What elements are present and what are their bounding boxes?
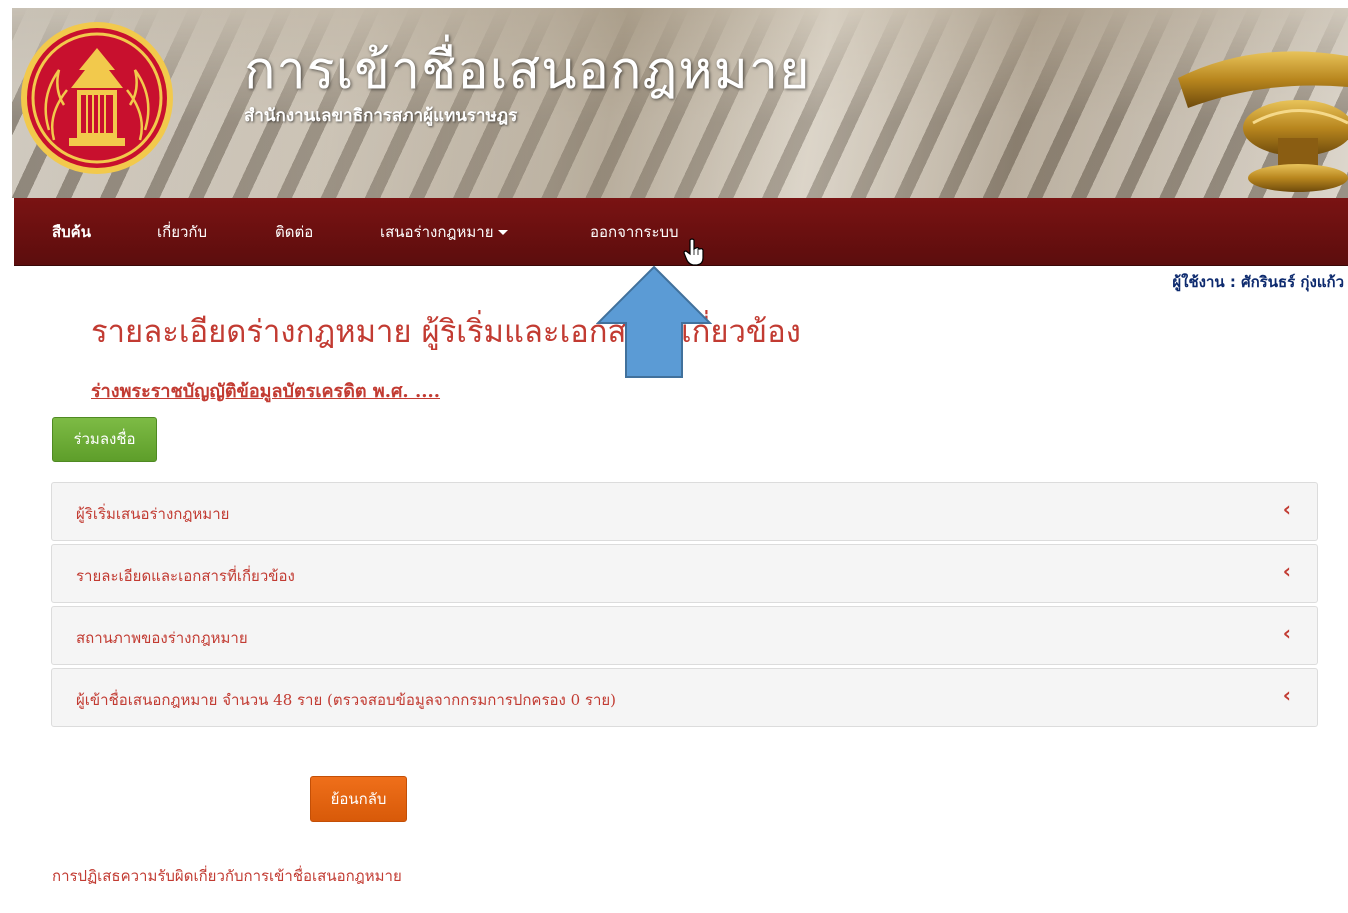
nav-item-propose-law-label: เสนอร่างกฎหมาย [380,223,494,241]
join-sign-button[interactable]: ร่วมลงชื่อ [52,417,157,462]
chevron-left-icon: ‹ [1282,559,1291,583]
accordion-status[interactable]: สถานภาพของร่างกฎหมาย ‹ [51,606,1318,665]
nav-item-contact[interactable]: ติดต่อ [275,220,313,244]
chevron-left-icon: ‹ [1282,683,1291,707]
nav-item-logout[interactable]: ออกจากระบบ [590,220,679,244]
logged-in-user: ผู้ใช้งาน : ศักรินธร์ กุ่งแก้ว [1172,273,1344,291]
hand-pointer-cursor-icon [683,238,704,266]
chevron-left-icon: ‹ [1282,497,1291,521]
accordion-signatories[interactable]: ผู้เข้าชื่อเสนอกฎหมาย จำนวน 48 ราย (ตรวจ… [51,668,1318,727]
main-navbar: สืบค้น เกี่ยวกับ ติดต่อ เสนอร่างกฎหมาย อ… [14,198,1348,266]
chevron-left-icon: ‹ [1282,621,1291,645]
accordion-label: ผู้ริเริ่มเสนอร่างกฎหมาย [76,505,230,523]
accordion-initiators[interactable]: ผู้ริเริ่มเสนอร่างกฎหมาย ‹ [51,482,1318,541]
site-subtitle: สำนักงานเลขาธิการสภาผู้แทนราษฎร [244,106,518,126]
bill-title-link[interactable]: ร่างพระราชบัญญัติข้อมูลบัตรเครดิต พ.ศ. .… [91,376,440,405]
page: การเข้าชื่อเสนอกฎหมาย สำนักงานเลขาธิการส… [0,0,1348,913]
back-button[interactable]: ย้อนกลับ [310,776,407,822]
left-margin [0,0,12,913]
disclaimer-link[interactable]: การปฏิเสธความรับผิดเกี่ยวกับการเข้าชื่อเ… [52,864,402,888]
up-arrow-annotation [596,265,712,378]
accordion-label: ผู้เข้าชื่อเสนอกฎหมาย จำนวน 48 ราย (ตรวจ… [76,691,617,709]
accordion-label: รายละเอียดและเอกสารที่เกี่ยวข้อง [76,567,295,585]
caret-down-icon [497,230,508,235]
nav-item-search[interactable]: สืบค้น [52,220,91,244]
golden-ornament-icon [1178,51,1348,192]
nav-item-propose-law-dropdown[interactable]: เสนอร่างกฎหมาย [380,220,508,244]
accordion-label: สถานภาพของร่างกฎหมาย [76,629,248,647]
parliament-emblem-icon [21,22,173,174]
nav-item-about[interactable]: เกี่ยวกับ [157,220,207,244]
accordion-documents[interactable]: รายละเอียดและเอกสารที่เกี่ยวข้อง ‹ [51,544,1318,603]
site-title: การเข้าชื่อเสนอกฎหมาย [244,41,811,101]
details-accordion: ผู้ริเริ่มเสนอร่างกฎหมาย ‹ รายละเอียดและ… [51,482,1318,730]
header-banner: การเข้าชื่อเสนอกฎหมาย สำนักงานเลขาธิการส… [12,8,1348,198]
